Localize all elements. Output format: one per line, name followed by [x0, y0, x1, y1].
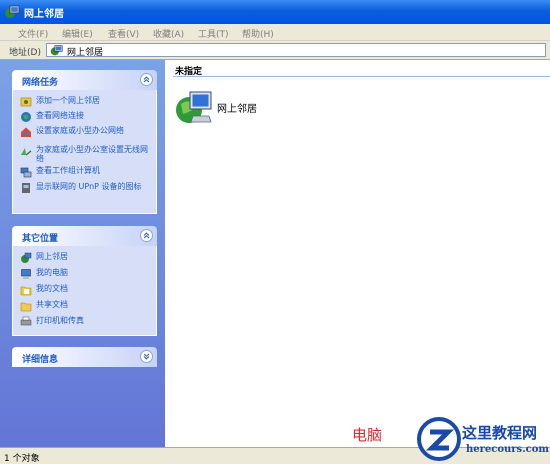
task-pane: 网络任务 添加一个网上邻居 查看网络连接 设置家庭或小型办公网络 为家庭或小型办… — [0, 60, 165, 447]
watermark-text: 电脑 — [352, 426, 383, 444]
other-places-header[interactable]: 其它位置 — [12, 226, 157, 246]
content-area: 未指定 网上邻居 — [165, 60, 550, 447]
task-label: 设置家庭或小型办公网络 — [36, 126, 124, 135]
upnp-devices-icon — [22, 183, 30, 193]
network-tasks-title: 网络任务 — [22, 78, 59, 88]
task-label: 为家庭或小型办公室设置无线网络 — [36, 145, 148, 163]
details-title: 详细信息 — [22, 355, 59, 365]
expand-icon[interactable] — [140, 350, 153, 363]
my-computer-icon — [21, 269, 31, 279]
menu-tools[interactable]: 工具(T) — [198, 27, 229, 40]
my-documents-icon — [20, 286, 32, 296]
menu-file[interactable]: 文件(F) — [18, 27, 48, 40]
menu-view[interactable]: 查看(V) — [108, 27, 139, 40]
watermark-site-en: herecours.com — [466, 444, 550, 455]
title-bar: 网上邻居 — [0, 0, 550, 24]
other-places-body: 网上邻居 我的电脑 我的文档 共享文档 打印机和传真 — [12, 246, 157, 336]
place-label: 打印机和传真 — [36, 316, 84, 325]
address-bar: 地址(D) 网上邻居 — [0, 41, 550, 60]
network-places-icon — [5, 5, 20, 18]
workgroup-computers-icon — [20, 167, 32, 178]
place-label: 网上邻居 — [36, 252, 68, 261]
network-connections-icon — [21, 112, 31, 122]
window-title: 网上邻居 — [24, 9, 64, 20]
group-divider — [173, 76, 550, 77]
item-label: 网上邻居 — [217, 104, 257, 115]
menu-bar: 文件(F) 编辑(E) 查看(V) 收藏(A) 工具(T) 帮助(H) — [0, 24, 550, 41]
network-tasks-header[interactable]: 网络任务 — [12, 70, 157, 90]
menu-help[interactable]: 帮助(H) — [242, 27, 274, 40]
printers-faxes-icon — [20, 316, 32, 326]
task-label: 添加一个网上邻居 — [36, 96, 100, 105]
wireless-network-icon — [21, 148, 32, 156]
network-tasks-body: 添加一个网上邻居 查看网络连接 设置家庭或小型办公网络 为家庭或小型办公室设置无… — [12, 90, 157, 214]
address-value: 网上邻居 — [67, 48, 104, 58]
menu-edit[interactable]: 编辑(E) — [62, 27, 93, 40]
other-places-title: 其它位置 — [22, 234, 59, 244]
place-label: 共享文档 — [36, 300, 68, 309]
collapse-icon[interactable] — [140, 229, 153, 242]
network-places-icon — [21, 252, 32, 263]
watermark-logo-icon — [417, 417, 461, 461]
task-label: 查看网络连接 — [36, 111, 84, 120]
place-label: 我的电脑 — [36, 268, 68, 277]
home-network-setup-icon — [21, 127, 31, 137]
network-tasks-panel: 网络任务 添加一个网上邻居 查看网络连接 设置家庭或小型办公网络 为家庭或小型办… — [12, 70, 157, 214]
address-label: 地址(D) — [9, 48, 41, 58]
task-label: 查看工作组计算机 — [36, 166, 100, 175]
details-header[interactable]: 详细信息 — [12, 347, 157, 367]
collapse-icon[interactable] — [140, 73, 153, 86]
details-panel: 详细信息 — [12, 347, 157, 367]
address-field[interactable]: 网上邻居 — [46, 43, 546, 58]
task-label: 显示联网的 UPnP 设备的图标 — [36, 182, 142, 191]
status-text: 1 个对象 — [4, 454, 40, 464]
shared-documents-icon — [20, 302, 32, 312]
place-label: 我的文档 — [36, 284, 68, 293]
add-network-place-icon — [20, 97, 32, 107]
network-places-icon — [176, 91, 212, 123]
watermark-site-cn: 这里教程网 — [462, 424, 538, 442]
menu-favorites[interactable]: 收藏(A) — [153, 27, 184, 40]
network-places-icon — [50, 45, 63, 56]
other-places-panel: 其它位置 网上邻居 我的电脑 我的文档 共享文档 打印机和传真 — [12, 226, 157, 336]
